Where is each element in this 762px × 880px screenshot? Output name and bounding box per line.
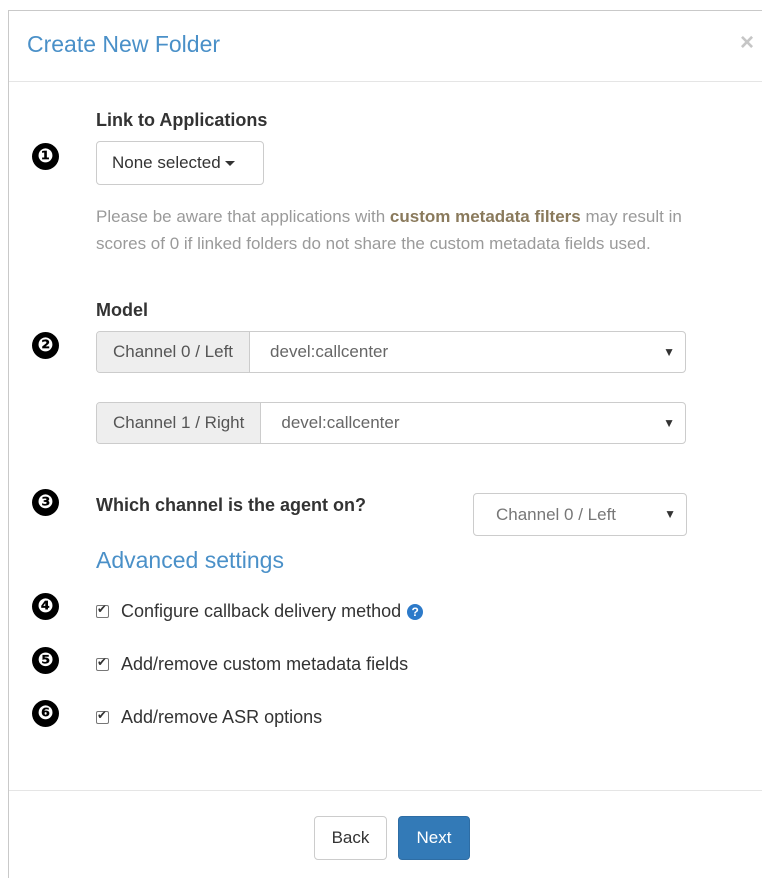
create-folder-dialog: Create New Folder × ❶ Link to Applicatio… [8,10,762,878]
agent-channel-question: Which channel is the agent on? [96,495,367,515]
step-2-marker: ❷ [32,332,59,359]
caret-down-icon [224,161,235,167]
applications-dropdown[interactable]: None selected [96,141,264,185]
asr-options-checkbox[interactable] [96,708,109,724]
custom-metadata-label: Add/remove custom metadata fields [121,654,409,674]
channel-0-model-value: devel:callcenter [270,342,389,361]
select-arrow-icon: ▼ [664,507,676,521]
dialog-footer: Back Next [9,790,762,880]
callback-delivery-label: Configure callback delivery method [121,601,402,621]
select-arrow-icon: ▼ [663,416,675,430]
step-4-marker: ❹ [32,593,59,620]
channel-0-model-select[interactable]: devel:callcenter ▼ [250,332,685,372]
agent-channel-select[interactable]: Channel 0 / Left ▼ [473,493,687,536]
channel-1-addon: Channel 1 / Right [97,403,262,443]
applications-dropdown-value: None selected [112,153,221,172]
asr-options-label: Add/remove ASR options [121,707,323,727]
dialog-title: Create New Folder [27,31,221,57]
model-label: Model [96,300,148,320]
advanced-settings-link[interactable]: Advanced settings [96,547,284,574]
step-3-marker: ❸ [32,489,59,516]
channel-1-model-value: devel:callcenter [281,413,400,432]
option-custom-metadata[interactable]: Add/remove custom metadata fields [96,654,408,675]
channel-0-addon: Channel 0 / Left [97,332,251,372]
notice-text-start: Please be aware that applications with [96,207,390,226]
help-icon[interactable]: ? [407,603,424,620]
channel-0-model-group: Channel 0 / Left devel:callcenter ▼ [96,331,686,373]
callback-delivery-checkbox[interactable] [96,602,109,618]
option-asr-options[interactable]: Add/remove ASR options [96,707,322,728]
step-6-marker: ❻ [32,700,59,727]
custom-metadata-checkbox[interactable] [96,655,109,671]
channel-1-model-select[interactable]: devel:callcenter ▼ [261,403,685,443]
step-1-marker: ❶ [32,143,59,170]
dialog-header: Create New Folder × [9,11,762,82]
step-5-marker: ❺ [32,647,59,674]
metadata-filter-notice: Please be aware that applications with c… [96,203,686,257]
select-arrow-icon: ▼ [663,345,675,359]
channel-1-model-group: Channel 1 / Right devel:callcenter ▼ [96,402,686,444]
agent-channel-value: Channel 0 / Left [496,505,617,524]
option-callback-delivery[interactable]: Configure callback delivery method ? [96,601,424,622]
back-button[interactable]: Back [314,816,387,860]
close-icon[interactable]: × [740,29,754,57]
link-applications-label: Link to Applications [96,110,268,130]
next-button[interactable]: Next [398,816,470,860]
notice-text-bold: custom metadata filters [389,207,581,226]
